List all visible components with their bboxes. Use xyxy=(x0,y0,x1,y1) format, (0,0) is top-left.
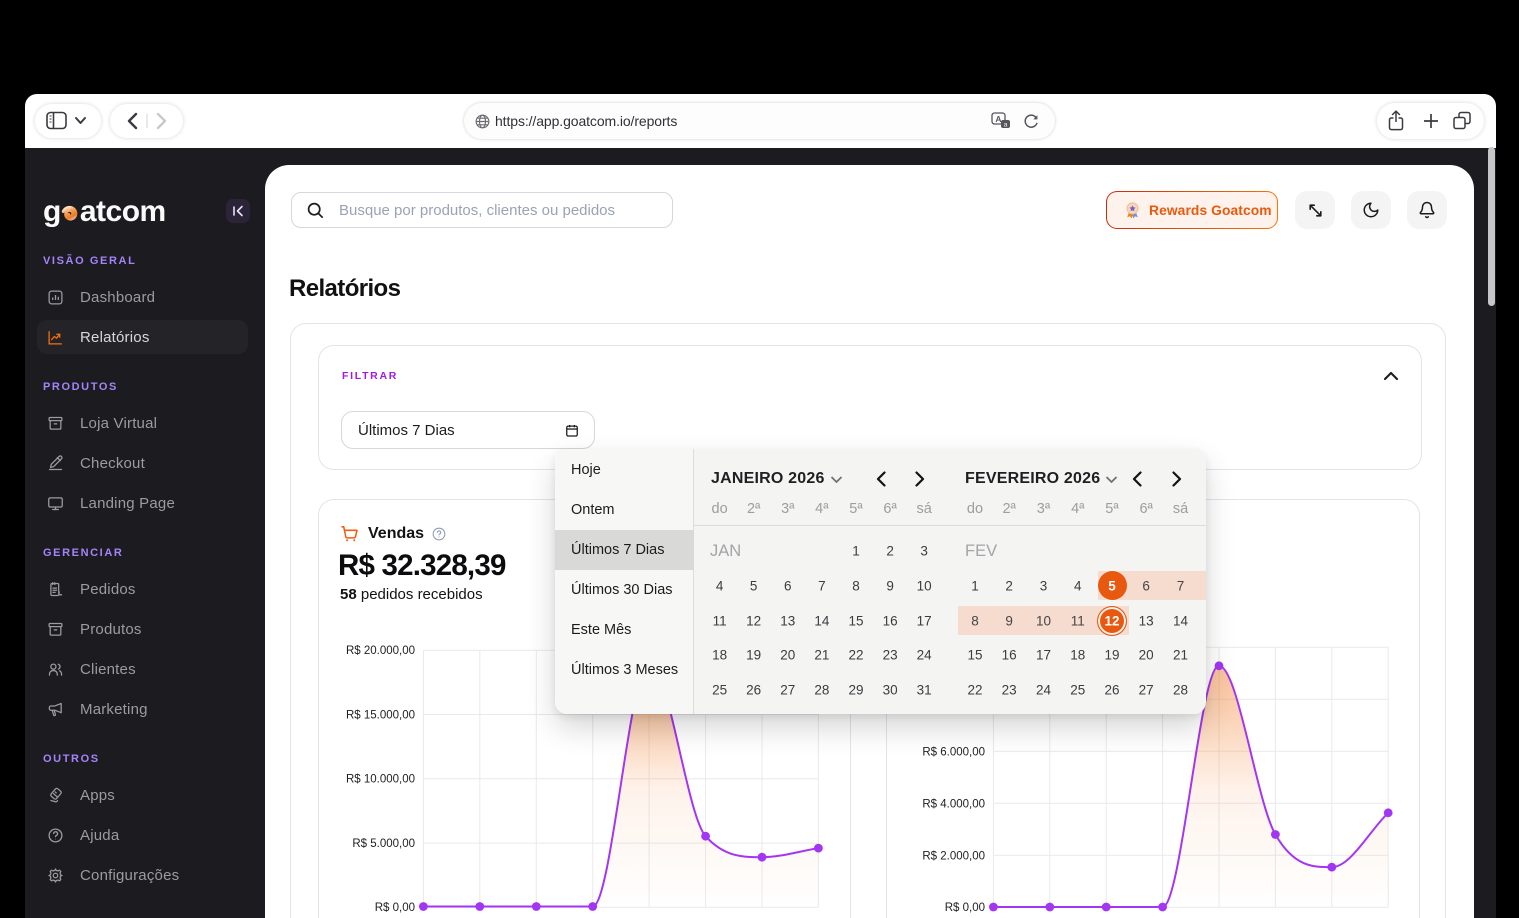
svg-text:R$ 6.000,00: R$ 6.000,00 xyxy=(922,747,985,759)
svg-text:R$ 5.000,00: R$ 5.000,00 xyxy=(352,838,415,850)
svg-text:R$ 0,00: R$ 0,00 xyxy=(375,902,415,914)
svg-text:R$ 10.000,00: R$ 10.000,00 xyxy=(346,774,415,786)
svg-text:a: a xyxy=(1004,121,1008,128)
svg-text:R$ 20.000,00: R$ 20.000,00 xyxy=(346,645,415,657)
svg-text:R$ 2.000,00: R$ 2.000,00 xyxy=(922,851,985,863)
svg-text:A: A xyxy=(995,114,1001,124)
svg-text:R$ 15.000,00: R$ 15.000,00 xyxy=(346,709,415,721)
svg-text:R$ 0,00: R$ 0,00 xyxy=(945,902,985,914)
svg-text:R$ 4.000,00: R$ 4.000,00 xyxy=(922,799,985,811)
